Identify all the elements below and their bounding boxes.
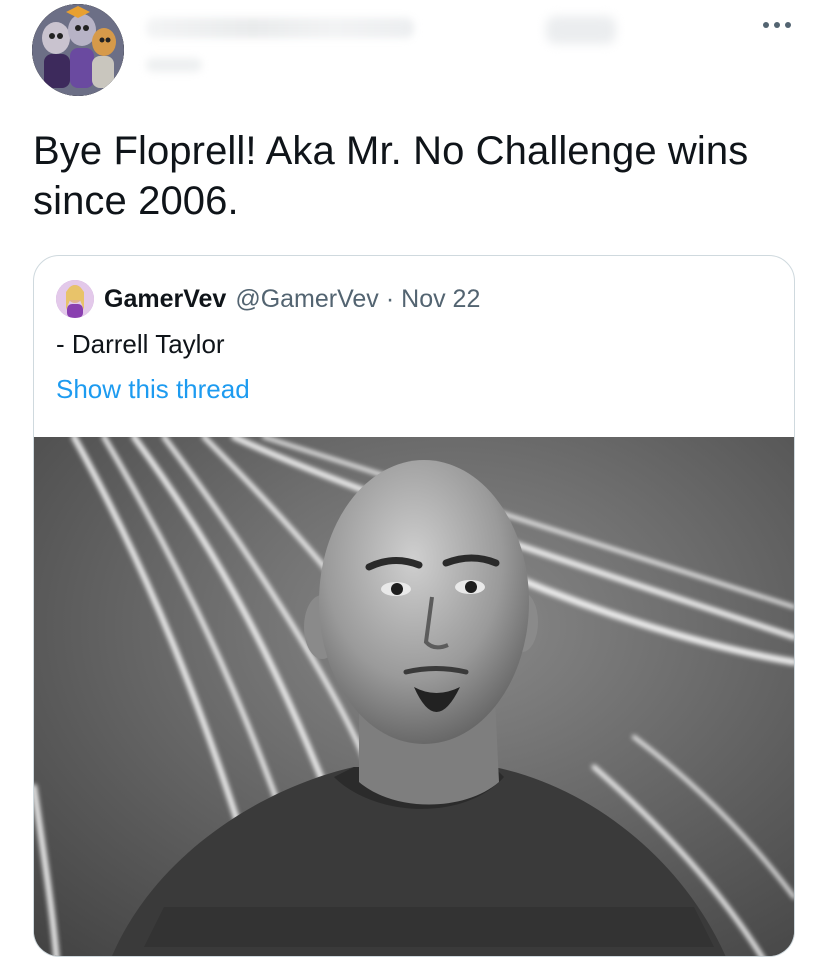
show-thread-link[interactable]: Show this thread [56, 373, 250, 405]
quoted-tweet-text: - Darrell Taylor [56, 329, 225, 359]
quoted-tweet-header: GamerVev @GamerVev · Nov 22 [56, 280, 480, 318]
avatar-image [56, 280, 94, 318]
author-avatar[interactable] [32, 4, 124, 96]
quoted-tweet-card[interactable]: GamerVev @GamerVev · Nov 22 - Darrell Ta… [33, 255, 795, 957]
separator-dot: · [385, 284, 395, 313]
quoted-author-handle[interactable]: @GamerVev [235, 285, 378, 314]
portrait-photo [34, 434, 794, 956]
ellipsis-icon [763, 22, 791, 28]
avatar-image [32, 4, 124, 96]
author-name-redacted [146, 18, 414, 38]
author-header-redacted [146, 12, 616, 82]
quoted-author-name[interactable]: GamerVev [104, 285, 226, 314]
quoted-tweet-date[interactable]: Nov 22 [401, 285, 480, 314]
tweet-text: Bye Floprell! Aka Mr. No Challenge wins … [33, 129, 749, 223]
more-options-button[interactable] [760, 8, 794, 42]
quoted-author-avatar[interactable] [56, 280, 94, 318]
author-handle-redacted [146, 58, 202, 72]
header-badge-redacted [546, 16, 616, 44]
quoted-tweet-image[interactable] [34, 434, 794, 956]
